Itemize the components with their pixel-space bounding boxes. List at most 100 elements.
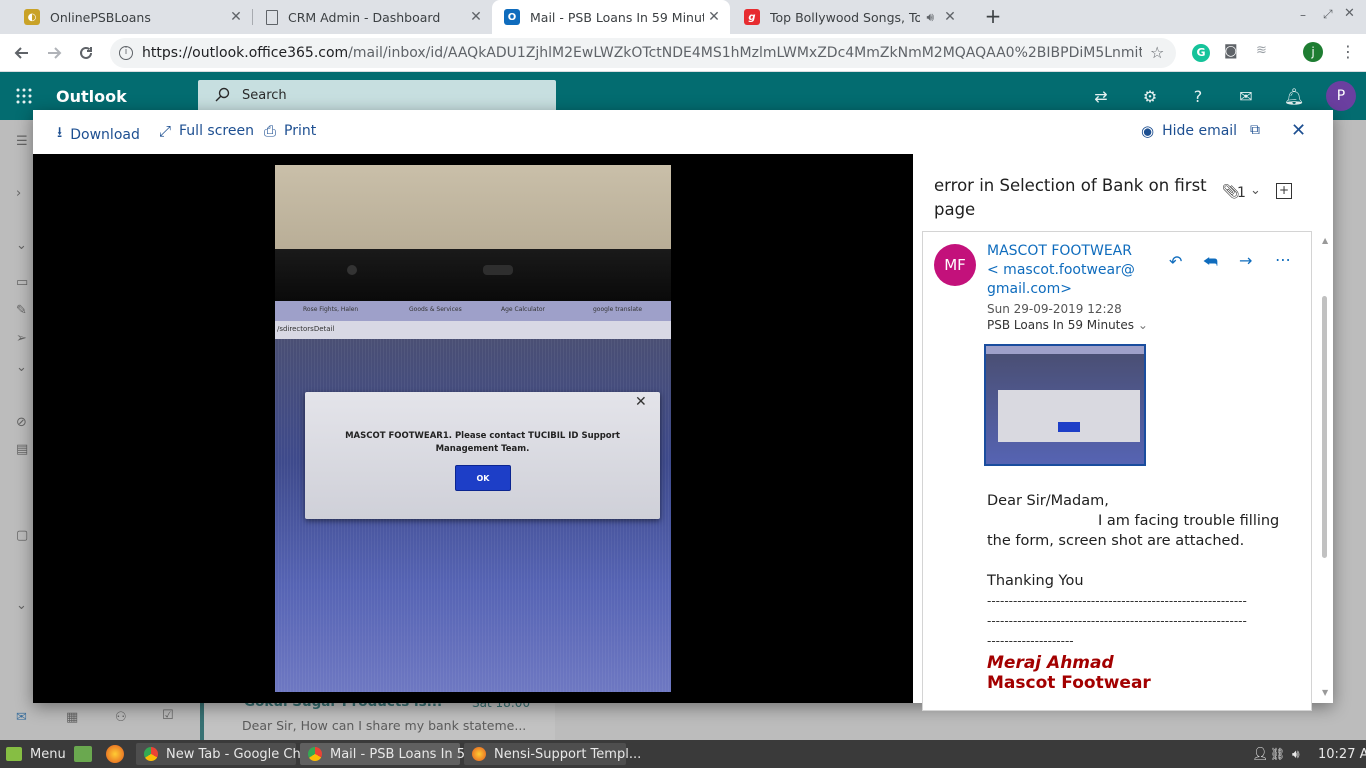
- photo-ok-button: OK: [455, 465, 511, 491]
- url-path: /mail/inbox/id/AAQkADU1ZjhlM2EwLWZkOTctN…: [348, 45, 1142, 61]
- attachment-preview-modal: ⭳ Download ⤢ Full screen ⎙ Print ◉ Hide …: [33, 110, 1333, 711]
- grammarly-icon[interactable]: G: [1192, 44, 1210, 62]
- close-icon[interactable]: ✕: [1291, 120, 1306, 141]
- pop-out-icon[interactable]: ⧉: [1250, 122, 1260, 138]
- gaana-icon: g: [744, 9, 760, 25]
- attachment-count[interactable]: 1: [1237, 185, 1246, 201]
- scroll-up-icon[interactable]: ▲: [1322, 236, 1328, 245]
- attachment-photo[interactable]: Rose Fights, Halen Goods & Services Age …: [275, 165, 671, 692]
- tab-divider: [252, 9, 253, 25]
- hide-email-button[interactable]: ◉ Hide email: [1141, 122, 1237, 140]
- photo-tab: Rose Fights, Halen: [303, 306, 359, 313]
- minimize-window-icon[interactable]: –: [1300, 8, 1306, 22]
- reply-icon[interactable]: ↶: [1169, 252, 1182, 271]
- print-label: Print: [284, 123, 317, 139]
- new-tab-button[interactable]: +: [982, 5, 1004, 27]
- photo-dialog-close-icon: ✕: [635, 394, 647, 410]
- recipient[interactable]: PSB Loans In 59 Minutes ⌄: [987, 318, 1148, 332]
- app-launcher-icon[interactable]: [15, 87, 33, 105]
- email-body: Dear Sir/Madam, I am facing trouble fill…: [987, 491, 1287, 693]
- browser-menu-icon[interactable]: ⋮: [1340, 42, 1356, 61]
- more-actions-icon[interactable]: ⋯: [1275, 250, 1291, 269]
- start-menu-button[interactable]: Menu: [6, 743, 66, 765]
- scroll-down-icon[interactable]: ▼: [1322, 688, 1328, 697]
- volume-icon[interactable]: 🔊︎: [1292, 743, 1300, 765]
- outlook-brand[interactable]: Outlook: [56, 87, 127, 106]
- close-tab-icon[interactable]: ✕: [940, 9, 960, 25]
- close-tab-icon[interactable]: ✕: [466, 9, 486, 25]
- forward-arrow-icon[interactable]: [43, 42, 65, 64]
- user-icon[interactable]: 👤︎: [1252, 743, 1269, 765]
- clock[interactable]: 10:27 AM: [1318, 743, 1366, 765]
- camera-icon[interactable]: ◙: [1224, 43, 1238, 59]
- chevron-down-icon[interactable]: ⌄: [1250, 183, 1261, 198]
- download-button[interactable]: ⭳ Download: [57, 122, 140, 147]
- browser-tab-outlook-mail[interactable]: O Mail - PSB Loans In 59 Minutes ✕: [492, 0, 730, 34]
- gear-icon[interactable]: ⚙: [1140, 86, 1160, 106]
- bookmark-star-icon[interactable]: ☆: [1150, 43, 1164, 62]
- printer-icon: ⎙: [264, 122, 277, 140]
- taskbar-window[interactable]: Nensi-Support Templ...: [464, 743, 641, 765]
- sender-avatar[interactable]: MF: [934, 244, 976, 286]
- document-icon: [266, 9, 278, 25]
- speaker-icon[interactable]: 🔊︎: [926, 10, 934, 25]
- expand-thread-icon[interactable]: +: [1276, 183, 1292, 199]
- photo-dialog: ✕ MASCOT FOOTWEAR1. Please contact TUCIB…: [305, 392, 660, 519]
- mascot-icon: ◐: [24, 9, 40, 25]
- window-title: New Tab - Google Ch...: [166, 746, 314, 762]
- photo-browser-tabs: Rose Fights, Halen Goods & Services Age …: [275, 301, 671, 321]
- email-reading-pane: error in Selection of Bank on first page…: [913, 154, 1333, 711]
- email-subject: error in Selection of Bank on first page: [934, 176, 1207, 219]
- fullscreen-button[interactable]: ⤢ Full screen: [159, 122, 254, 140]
- chrome-icon: [144, 747, 158, 761]
- browser-tab-onlinepsbloans[interactable]: ◐ OnlinePSBLoans ✕: [12, 0, 252, 34]
- profile-avatar[interactable]: j: [1303, 42, 1323, 62]
- print-button[interactable]: ⎙ Print: [264, 122, 316, 140]
- eye-icon: ◉: [1141, 122, 1155, 140]
- close-window-icon[interactable]: ✕: [1344, 6, 1355, 21]
- browser-tab-crm-admin[interactable]: CRM Admin - Dashboard ✕: [254, 0, 492, 34]
- menu-label: Menu: [30, 746, 66, 762]
- reply-all-icon[interactable]: ⮪: [1203, 252, 1218, 272]
- taskbar-window[interactable]: Mail - PSB Loans In 5...: [300, 743, 477, 765]
- search-box[interactable]: Search: [198, 80, 556, 112]
- signature-divider: ----------------------------------------…: [987, 594, 1247, 608]
- close-tab-icon[interactable]: ✕: [704, 9, 724, 25]
- info-icon[interactable]: i: [119, 46, 133, 60]
- network-icon[interactable]: ⛓: [1270, 743, 1285, 765]
- files-launcher[interactable]: [74, 743, 92, 765]
- attachment-thumbnail[interactable]: [984, 344, 1146, 466]
- window-title: Mail - PSB Loans In 5...: [330, 746, 478, 762]
- body-greeting: Dear Sir/Madam,: [987, 493, 1109, 509]
- browser-tab-strip: ◐ OnlinePSBLoans ✕ CRM Admin - Dashboard…: [0, 0, 1366, 34]
- extension-icon[interactable]: ≋: [1256, 43, 1267, 58]
- mint-logo-icon: [6, 747, 22, 761]
- reload-icon[interactable]: [75, 42, 97, 64]
- bell-icon[interactable]: 🔔︎: [1284, 86, 1304, 106]
- reading-pane-scrollbar[interactable]: ▲ ▼: [1322, 236, 1328, 700]
- tab-title: Top Bollywood Songs, Top 5: [770, 9, 921, 25]
- photo-sensor: [483, 265, 513, 275]
- taskbar-window[interactable]: New Tab - Google Ch...: [136, 743, 313, 765]
- account-avatar[interactable]: P: [1326, 81, 1356, 111]
- skype-meet-icon[interactable]: ⇄: [1091, 86, 1111, 106]
- chevron-down-icon: ⌄: [1137, 318, 1148, 332]
- feedback-icon[interactable]: ✉: [1236, 86, 1256, 106]
- address-bar[interactable]: i https://outlook.office365.com/mail/inb…: [110, 38, 1176, 68]
- firefox-icon: [472, 747, 486, 761]
- preview-toolbar: ⭳ Download ⤢ Full screen ⎙ Print ◉ Hide …: [33, 110, 1333, 154]
- tab-title: Mail - PSB Loans In 59 Minutes: [530, 9, 704, 25]
- forward-icon[interactable]: →: [1239, 251, 1252, 270]
- photo-address-bar: /sdirectorsDetail: [275, 321, 671, 339]
- scroll-thumb[interactable]: [1322, 296, 1327, 558]
- firefox-launcher[interactable]: [106, 743, 124, 765]
- back-arrow-icon[interactable]: [11, 42, 33, 64]
- image-viewer: Rose Fights, Halen Goods & Services Age …: [33, 154, 913, 703]
- signature-name: Meraj Ahmad: [987, 653, 1114, 673]
- thumb-tabs: [986, 346, 1144, 354]
- browser-tab-gaana[interactable]: g Top Bollywood Songs, Top 5 🔊︎ ✕: [732, 0, 966, 34]
- close-tab-icon[interactable]: ✕: [226, 9, 246, 25]
- restore-window-icon[interactable]: ⤢: [1323, 7, 1333, 22]
- help-icon[interactable]: ?: [1188, 86, 1208, 106]
- sender-address[interactable]: MASCOT FOOTWEAR < mascot.footwear@gmail.…: [987, 242, 1143, 299]
